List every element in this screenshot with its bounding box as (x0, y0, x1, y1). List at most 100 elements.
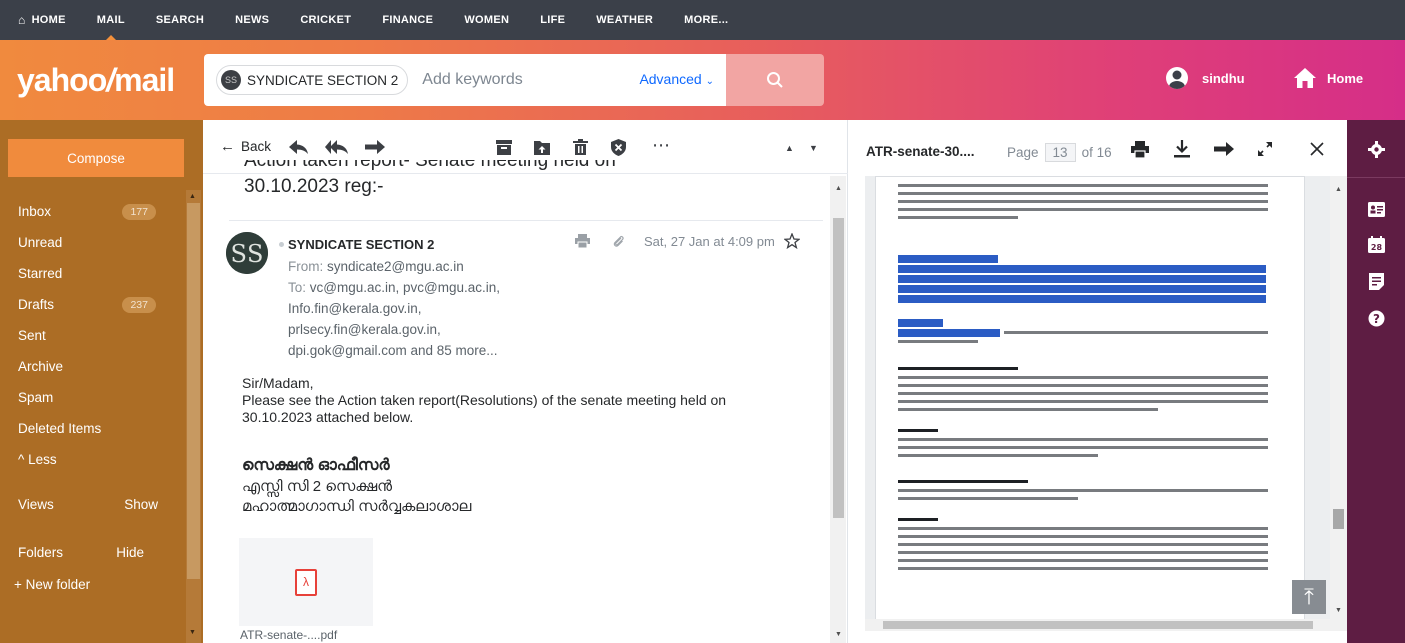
back-button[interactable]: ← Back (220, 138, 271, 155)
less-toggle[interactable]: ^ Less (0, 444, 186, 475)
signature-line-1: സെക്ഷൻ ഓഫീസർ (242, 457, 390, 474)
notepad-icon[interactable] (1368, 273, 1385, 290)
move-icon[interactable] (534, 140, 550, 155)
close-icon[interactable] (1310, 142, 1324, 156)
nav-life[interactable]: LIFE (540, 0, 565, 40)
pdf-scrollbar[interactable] (1330, 176, 1347, 619)
archive-icon[interactable] (496, 140, 512, 155)
folder-spam[interactable]: Spam (0, 382, 186, 413)
reply-icon[interactable] (289, 140, 309, 154)
inbox-count-badge: 177 (122, 203, 156, 220)
message-scroll-down[interactable]: ▼ (835, 631, 842, 638)
user-icon (1166, 67, 1188, 89)
scroll-top-icon[interactable]: ⤒ (1292, 580, 1326, 614)
pdf-scroll-thumb[interactable] (1333, 509, 1344, 529)
attachment-card[interactable]: λ (239, 538, 373, 626)
folder-unread[interactable]: Unread (0, 227, 186, 258)
folder-deleted-items[interactable]: Deleted Items (0, 413, 186, 444)
folder-inbox[interactable]: Inbox 177 (0, 196, 186, 227)
forward-icon[interactable] (1214, 142, 1234, 156)
folder-archive[interactable]: Archive (0, 351, 186, 382)
views-show-button[interactable]: Show (124, 497, 158, 512)
advanced-search-button[interactable]: Advanced ⌄ (639, 71, 714, 87)
header-home-link[interactable]: Home (1293, 67, 1363, 89)
sender-avatar[interactable]: ЅЅ (226, 232, 268, 274)
email-greeting: Sir/Madam, (242, 375, 314, 391)
nav-weather[interactable]: WEATHER (596, 0, 653, 40)
search-box[interactable]: SS SYNDICATE SECTION 2 Advanced ⌄ (204, 54, 726, 106)
from-line: From: syndicate2@mgu.ac.in (288, 259, 464, 274)
contacts-icon[interactable] (1368, 201, 1385, 218)
message-scroll-thumb[interactable] (833, 218, 844, 518)
chevron-down-icon: ⌄ (705, 76, 714, 87)
nav-cricket[interactable]: CRICKET (300, 0, 351, 40)
next-icon[interactable]: ▼ (809, 143, 818, 153)
sender-name[interactable]: SYNDICATE SECTION 2 (278, 237, 434, 252)
message-scroll-up[interactable]: ▲ (835, 185, 842, 192)
download-icon[interactable] (1174, 140, 1190, 158)
prev-icon[interactable]: ▲ (785, 143, 794, 153)
nav-mail[interactable]: MAIL (97, 0, 125, 40)
nav-news[interactable]: NEWS (235, 0, 269, 40)
keywords-input[interactable] (422, 71, 593, 89)
left-sidebar: Compose Inbox 177 Unread Starred Drafts 23… (0, 120, 203, 643)
folders-label: Folders (18, 545, 64, 560)
compose-button[interactable]: Compose (8, 139, 184, 177)
folder-drafts[interactable]: Drafts 237 (0, 289, 186, 320)
sidebar-scroll-up[interactable]: ▲ (189, 193, 196, 200)
email-subject: Action taken report- Senate meeting held… (244, 160, 804, 200)
subject-line-2: 30.10.2023 reg:- (244, 176, 384, 197)
star-icon[interactable] (783, 233, 800, 249)
message-pane: ← Back ⋯ ▲ ▼ Action taken report- Senate… (203, 120, 848, 643)
help-icon[interactable]: ? (1368, 310, 1385, 327)
expand-icon[interactable] (1257, 141, 1273, 157)
delete-icon[interactable] (573, 139, 588, 155)
folder-starred[interactable]: Starred (0, 258, 186, 289)
pdf-preview-pane: ATR-senate-30.... Page 13 of 16 ▲ ▼ ⤒ (849, 120, 1347, 643)
svg-text:ЅЅ: ЅЅ (231, 240, 264, 268)
nav-home[interactable]: ⌂ HOME (18, 0, 66, 40)
message-date: Sat, 27 Jan at 4:09 pm (644, 233, 775, 249)
to-line-4[interactable]: dpi.gok@gmail.com and 85 more... (288, 343, 498, 358)
views-section: Views Show (18, 497, 158, 512)
reply-all-icon[interactable] (325, 140, 349, 154)
to-line-2[interactable]: Info.fin@kerala.gov.in, (288, 301, 422, 316)
home-icon (1294, 68, 1316, 88)
sidebar-scroll-down[interactable]: ▼ (189, 629, 196, 636)
gear-icon[interactable] (1368, 141, 1385, 158)
yahoo-mail-logo[interactable]: yahoo/mail (17, 62, 175, 99)
forward-icon[interactable] (365, 140, 385, 154)
pdf-scroll-up[interactable]: ▲ (1335, 186, 1342, 193)
nav-search[interactable]: SEARCH (156, 0, 204, 40)
drafts-count-badge: 237 (122, 296, 156, 313)
signature-line-3: മഹാത്മാഗാന്ധി സർവ്വകലാശാല (242, 498, 472, 515)
home-icon: ⌂ (18, 13, 26, 27)
user-profile[interactable]: sindhu (1166, 67, 1245, 89)
right-rail: 28 ? (1347, 120, 1405, 643)
nav-more[interactable]: MORE... (684, 0, 728, 40)
chip-avatar: SS (221, 70, 241, 90)
print-icon[interactable] (575, 234, 590, 248)
views-label: Views (18, 497, 54, 512)
spam-icon[interactable] (611, 139, 626, 156)
new-folder-button[interactable]: + New folder (14, 577, 90, 592)
pdf-viewport[interactable]: ▲ ▼ (865, 176, 1347, 631)
pdf-horizontal-scroll-thumb[interactable] (883, 621, 1313, 629)
print-icon[interactable] (1131, 141, 1149, 158)
nav-finance[interactable]: FINANCE (382, 0, 433, 40)
svg-text:?: ? (1373, 312, 1380, 326)
header: yahoo/mail SS SYNDICATE SECTION 2 Advanc… (0, 40, 1405, 120)
to-line-3[interactable]: prlsecy.fin@kerala.gov.in, (288, 322, 441, 337)
search-button[interactable] (726, 54, 824, 106)
signature-line-2: എസ്സി സി 2 സെക്ഷൻ (242, 478, 393, 495)
pdf-scroll-down[interactable]: ▼ (1335, 607, 1342, 614)
folder-sent[interactable]: Sent (0, 320, 186, 351)
attachment-name[interactable]: ATR-senate-....pdf (240, 628, 337, 642)
sidebar-scroll-thumb[interactable] (187, 203, 200, 579)
page-number-input[interactable]: 13 (1044, 143, 1076, 162)
calendar-icon[interactable]: 28 (1368, 236, 1385, 253)
more-icon[interactable]: ⋯ (652, 135, 671, 156)
nav-women[interactable]: WOMEN (464, 0, 509, 40)
folders-hide-button[interactable]: Hide (116, 545, 144, 560)
search-chip[interactable]: SS SYNDICATE SECTION 2 (216, 65, 409, 95)
